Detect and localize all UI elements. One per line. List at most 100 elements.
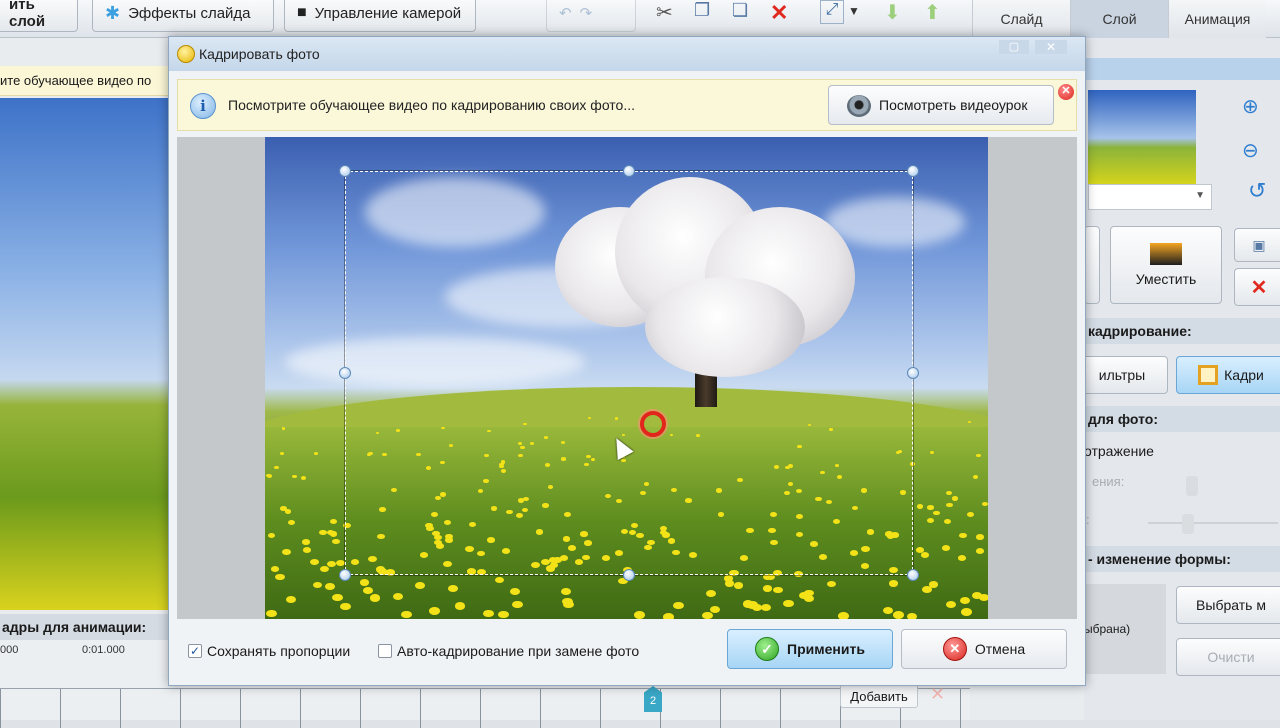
dandelion: [967, 420, 971, 424]
scale-slider-track[interactable]: [1148, 522, 1278, 524]
undo-redo-group[interactable]: ↶ ↷: [546, 0, 636, 32]
dandelion: [892, 611, 904, 619]
keep-proportions-label[interactable]: Сохранять пропорции: [207, 643, 350, 659]
scale-slider-thumb[interactable]: [1182, 514, 1194, 534]
filters-button[interactable]: ильтры: [1076, 356, 1168, 394]
crop-handle-bottom-left[interactable]: [339, 569, 351, 581]
dandelion: [302, 546, 311, 553]
tab-layer[interactable]: Слой: [1070, 0, 1168, 38]
dialog-title: Кадрировать фото: [199, 46, 320, 62]
dialog-titlebar[interactable]: Кадрировать фото ▢ ✕: [169, 37, 1085, 71]
dandelion: [270, 565, 280, 572]
layer-select[interactable]: ▼: [1088, 184, 1212, 210]
dandelion: [972, 474, 978, 479]
move-up-icon[interactable]: ⬆: [924, 0, 948, 24]
dandelion: [281, 427, 286, 430]
dandelion: [319, 529, 327, 535]
watch-tutorial-button[interactable]: Посмотреть видеоурок: [828, 85, 1054, 125]
zoom-out-icon[interactable]: ⊖: [1242, 138, 1259, 163]
camera-snapshot-button[interactable]: ▣: [1234, 228, 1280, 262]
choose-mask-label: Выбрать м: [1196, 597, 1266, 613]
dandelion: [285, 595, 296, 603]
choose-mask-button[interactable]: Выбрать м: [1176, 586, 1280, 624]
dandelion: [329, 518, 337, 524]
dandelion: [327, 560, 336, 567]
fit-screen-icon[interactable]: ⤢: [820, 0, 844, 24]
dandelion: [284, 509, 292, 514]
dandelion: [331, 538, 340, 545]
dandelion: [743, 600, 754, 608]
crop-button[interactable]: Кадри: [1176, 356, 1280, 394]
delete-icon[interactable]: ✕: [770, 0, 794, 25]
crop-handle-left[interactable]: [339, 367, 351, 379]
dandelion: [803, 589, 814, 597]
zoom-in-icon[interactable]: ⊕: [1242, 94, 1259, 119]
dandelion: [975, 547, 984, 554]
crop-canvas: [177, 137, 1077, 619]
dandelion: [562, 598, 573, 606]
dandelion: [932, 510, 940, 516]
layer-thumbnail[interactable]: [1088, 90, 1196, 186]
slide-effects-label: Эффекты слайда: [128, 4, 251, 22]
dandelion: [673, 601, 684, 610]
cancel-button[interactable]: ✕ Отмена: [901, 629, 1067, 669]
paste-icon[interactable]: ❏: [732, 0, 756, 24]
cut-icon[interactable]: ✂: [656, 0, 680, 24]
maximize-icon[interactable]: ▢: [999, 40, 1029, 54]
rp-left-button[interactable]: [1084, 226, 1100, 304]
chevron-down-icon[interactable]: ▼: [848, 4, 872, 28]
scale-label: :: [1086, 512, 1090, 527]
crop-frame[interactable]: [339, 165, 919, 581]
rotation-slider-thumb[interactable]: [1186, 476, 1198, 496]
dandelion: [916, 504, 924, 509]
cancel-icon: ✕: [942, 637, 967, 661]
crop-handle-top-left[interactable]: [339, 165, 351, 177]
copy-icon[interactable]: ❐: [694, 0, 718, 24]
dandelion: [302, 539, 311, 545]
fit-icon: [1150, 243, 1182, 265]
tab-animation[interactable]: Анимация: [1168, 0, 1266, 38]
slide-effects-button[interactable]: ✱ Эффекты слайда: [92, 0, 274, 32]
crop-handle-top-right[interactable]: [907, 165, 919, 177]
dandelion: [946, 490, 953, 495]
apply-label: Применить: [787, 641, 865, 657]
crop-handle-bottom-right[interactable]: [907, 569, 919, 581]
camera-control-button[interactable]: ■ Управление камерой: [284, 0, 476, 32]
fit-button[interactable]: Уместить: [1110, 226, 1222, 304]
dandelion: [942, 544, 951, 551]
apply-button[interactable]: ✓ Применить: [727, 629, 893, 669]
crop-label: Кадри: [1224, 367, 1264, 383]
clear-mask-button[interactable]: Очисти: [1176, 638, 1280, 676]
dandelion: [976, 453, 981, 458]
delete-icon: ✕: [1250, 276, 1268, 299]
dandelion: [966, 512, 974, 518]
dandelion: [906, 612, 918, 619]
move-down-icon[interactable]: ⬇: [884, 0, 908, 24]
close-icon[interactable]: ✕: [1035, 40, 1067, 54]
chevron-down-icon: ▼: [1195, 190, 1205, 201]
add-keyframe-button[interactable]: Добавить: [840, 684, 918, 708]
dandelion: [951, 496, 958, 501]
dandelion: [414, 582, 425, 589]
keep-proportions-checkbox[interactable]: ✓: [188, 644, 202, 658]
dandelion: [363, 586, 373, 594]
remove-keyframe-icon[interactable]: ✕: [930, 684, 945, 705]
smiley-icon: [177, 45, 195, 63]
crop-handle-top[interactable]: [623, 165, 635, 177]
dandelion: [332, 594, 343, 602]
add-layer-button[interactable]: ить слой: [0, 0, 78, 32]
mask-preview: ыбрана): [1084, 584, 1166, 674]
crop-handle-bottom[interactable]: [623, 569, 635, 581]
close-icon[interactable]: ✕: [1058, 84, 1074, 100]
mask-not-selected-label: ыбрана): [1084, 622, 1131, 636]
dandelion: [976, 534, 984, 540]
effects-icon: ✱: [105, 2, 121, 23]
rotate-icon[interactable]: ↺: [1248, 178, 1266, 204]
background-info-bar: ите обучающее видео по: [0, 66, 170, 96]
dandelion: [429, 607, 440, 615]
remove-layer-button[interactable]: ✕: [1234, 268, 1280, 306]
auto-crop-checkbox[interactable]: [378, 644, 392, 658]
crop-handle-right[interactable]: [907, 367, 919, 379]
tab-slide[interactable]: Слайд: [972, 0, 1070, 38]
auto-crop-label[interactable]: Авто-кадрирование при замене фото: [397, 643, 639, 659]
